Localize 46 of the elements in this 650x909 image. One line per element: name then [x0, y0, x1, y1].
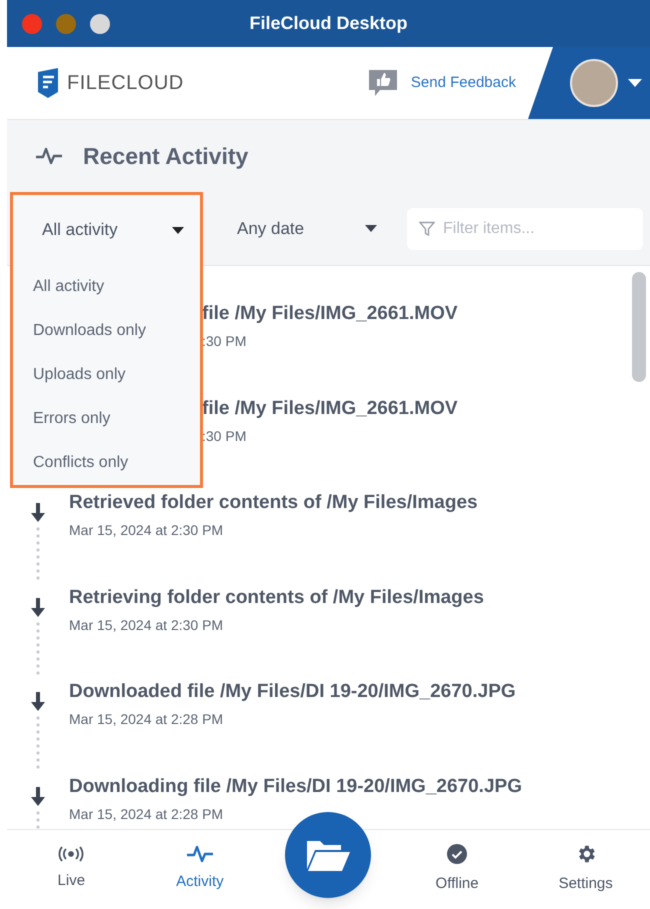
avatar: [570, 59, 618, 107]
broadcast-icon: [58, 846, 84, 862]
activity-time: :30 PM: [202, 426, 248, 446]
nav-tab[interactable]: Live: [7, 846, 136, 893]
download-arrow-icon: [28, 598, 48, 618]
logo-icon: [37, 68, 59, 98]
send-feedback-link[interactable]: Send Feedback: [410, 72, 516, 94]
activity-title: Retrieved folder contents of /My Files/Images: [69, 491, 478, 515]
check-circle-icon: [446, 843, 468, 866]
activity-title: Retrieving folder contents of /My Files/Images: [69, 586, 484, 610]
activity-time: :30 PM: [202, 332, 248, 351]
activity-title: Downloaded file /My Files/DI 19-20/IMG_2670.JPG: [69, 680, 516, 704]
menu-item[interactable]: Downloads only: [13, 309, 200, 353]
maximize-window-button[interactable]: [90, 14, 110, 34]
activity-title: file /My Files/IMG_2661.MOV: [202, 396, 458, 420]
menu-item[interactable]: All activity: [13, 265, 200, 309]
pulse-icon: [35, 147, 63, 165]
activity-filter-dropdown[interactable]: All activity: [13, 195, 200, 265]
filter-icon: [419, 220, 435, 236]
date-filter-dropdown[interactable]: Any date: [237, 216, 377, 242]
section-title: Recent Activity: [83, 142, 248, 171]
pulse-icon: [186, 845, 214, 864]
caret-icon: [628, 79, 642, 87]
thumbs-up-icon: [366, 68, 399, 98]
nav-tab[interactable]: Settings: [521, 843, 650, 896]
logo-text: FILECLOUD: [67, 71, 184, 96]
download-arrow-icon: [28, 786, 48, 806]
menu-item[interactable]: Conflicts only: [13, 441, 200, 485]
activity-time: Mar 15, 2024 at 2:30 PM: [69, 521, 224, 540]
caret-icon: [365, 225, 377, 232]
download-arrow-icon: [28, 503, 48, 523]
activity-time: Mar 15, 2024 at 2:28 PM: [69, 710, 224, 729]
activity-title: file /My Files/IMG_2661.MOV: [202, 302, 458, 326]
nav-tab[interactable]: Activity: [136, 845, 264, 894]
window-title: FileCloud Desktop: [249, 12, 408, 35]
nav-tab[interactable]: Offline: [392, 843, 522, 896]
profile-button[interactable]: [528, 47, 650, 119]
filter-field[interactable]: Filter items...: [407, 208, 643, 250]
menu-item[interactable]: Uploads only: [13, 353, 200, 397]
activity-time: Mar 15, 2024 at 2:30 PM: [69, 616, 224, 634]
menu-item[interactable]: Errors only: [13, 397, 200, 441]
activity-title: Downloading file /My Files/DI 19-20/IMG_2670.JPG: [69, 774, 522, 798]
download-arrow-icon: [28, 692, 48, 712]
activity-time: Mar 15, 2024 at 2:28 PM: [69, 804, 224, 824]
caret-icon: [172, 226, 184, 234]
scrollbar[interactable]: [632, 272, 646, 382]
